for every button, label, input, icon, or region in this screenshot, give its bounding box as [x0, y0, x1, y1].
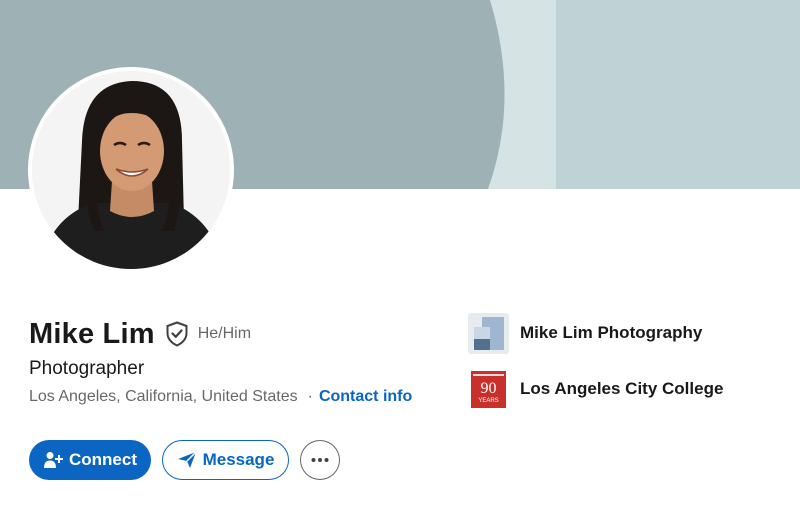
location: Los Angeles, California, United States — [29, 388, 298, 405]
pronouns: He/Him — [197, 325, 252, 342]
company-name: Mike Lim Photography — [520, 323, 703, 342]
ellipsis-icon — [311, 458, 329, 462]
org-education[interactable]: 90 YEARS Los Angeles City College — [468, 368, 723, 410]
profile-name: Mike Lim — [29, 317, 155, 350]
organizations-list: Mike Lim Photography 90 YEARS Los Angele… — [468, 312, 723, 424]
connect-label: Connect — [69, 450, 137, 469]
add-person-icon — [43, 451, 63, 469]
school-logo: 90 YEARS — [468, 368, 509, 410]
org-current-company[interactable]: Mike Lim Photography — [468, 312, 723, 354]
verified-shield-icon[interactable] — [165, 321, 189, 347]
more-actions-button[interactable] — [300, 440, 340, 480]
separator-dot: · — [307, 388, 313, 405]
contact-info-link[interactable]: Contact info — [319, 388, 412, 406]
connect-button[interactable]: Connect — [29, 440, 151, 480]
location-row: Los Angeles, California, United States ·… — [29, 388, 412, 406]
school-name: Los Angeles City College — [520, 379, 724, 398]
svg-text:90: 90 — [481, 380, 497, 397]
send-icon — [177, 451, 197, 469]
name-row: Mike Lim He/Him — [29, 314, 251, 354]
profile-actions: Connect Message — [29, 440, 340, 480]
profile-photo[interactable] — [28, 67, 234, 273]
message-button[interactable]: Message — [162, 440, 289, 480]
avatar — [32, 71, 230, 269]
company-logo — [468, 312, 509, 354]
headline: Photographer — [29, 358, 145, 379]
svg-text:YEARS: YEARS — [478, 398, 498, 404]
message-label: Message — [202, 450, 275, 469]
